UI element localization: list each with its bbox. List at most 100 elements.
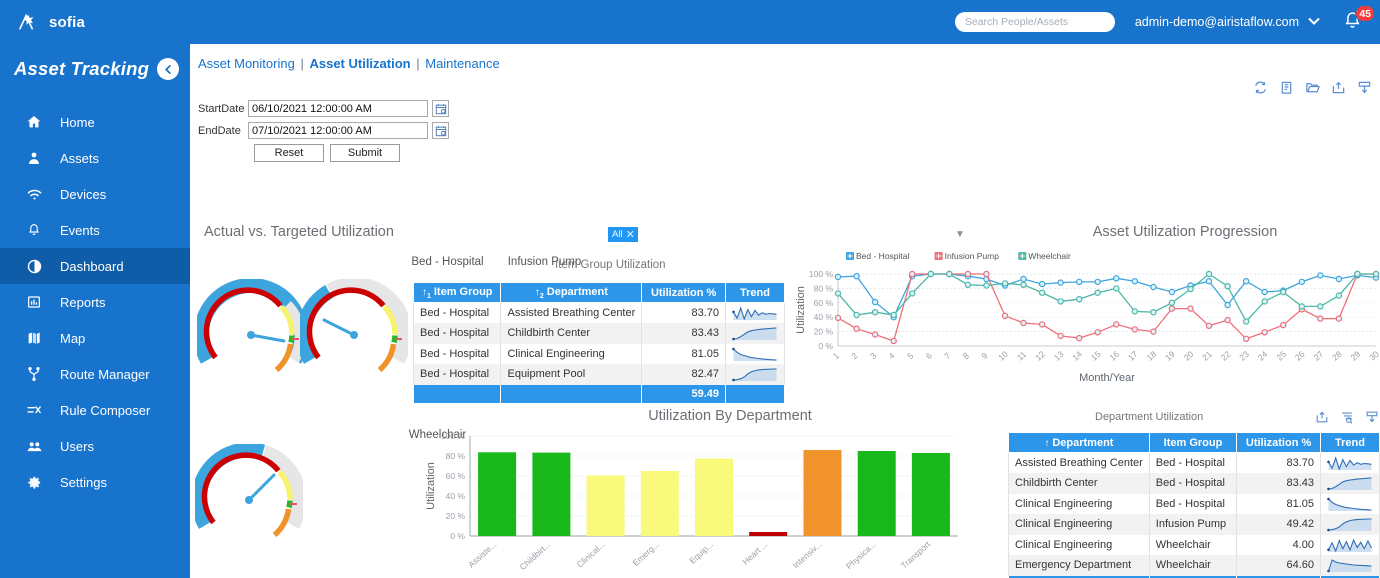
filter-buttons: Reset Submit	[198, 144, 468, 162]
filter-chip-label: All	[612, 229, 623, 240]
cell-item-group: Bed - Hospital	[1148, 452, 1238, 473]
breadcrumb-maintenance[interactable]: Maintenance	[425, 56, 499, 71]
total-utilization: 59.49	[641, 384, 726, 403]
svg-text:8: 8	[961, 350, 971, 361]
download-icon[interactable]	[1365, 410, 1380, 425]
svg-text:11: 11	[1015, 349, 1028, 363]
table-row[interactable]: Assisted Breathing Center Bed - Hospital 8…	[1008, 452, 1380, 473]
sidebar-item-users[interactable]: Users	[0, 428, 190, 464]
rule-icon	[26, 401, 46, 419]
table-row[interactable]: Bed - Hospital Equipment Pool 82.47	[412, 364, 786, 385]
col-item-group[interactable]: Item Group	[1148, 432, 1238, 453]
end-date-calendar-icon[interactable]	[432, 122, 449, 139]
gauge-infusion-pump	[300, 279, 408, 373]
svg-text:14: 14	[1070, 349, 1084, 363]
start-date-row: StartDate	[198, 100, 468, 117]
breadcrumb-asset-monitoring[interactable]: Asset Monitoring	[198, 56, 295, 71]
svg-text:30: 30	[1367, 349, 1380, 363]
svg-text:60 %: 60 %	[814, 298, 834, 308]
submit-button[interactable]: Submit	[330, 144, 400, 162]
col-department[interactable]: ↑2 Department	[500, 282, 643, 303]
notification-bell[interactable]: 45	[1342, 5, 1375, 34]
sidebar-item-events[interactable]: Events	[0, 212, 190, 248]
start-date-input[interactable]	[248, 100, 428, 117]
download-icon[interactable]	[1357, 80, 1372, 95]
sidebar-item-assets[interactable]: Assets	[0, 140, 190, 176]
sidebar-collapse-button[interactable]	[157, 58, 180, 80]
chevron-down-icon[interactable]: ▼	[955, 229, 965, 240]
cell-utilization: 81.05	[1236, 493, 1321, 514]
item-group-utilization-table: ↑1 Item Group ↑2 Department Utilization % …	[412, 282, 786, 403]
sidebar-item-home[interactable]: Home	[0, 104, 190, 140]
table-row[interactable]: Childbirth Center Bed - Hospital 83.43	[1008, 473, 1380, 494]
cell-item-group: Infusion Pump	[1148, 514, 1238, 535]
person-icon	[26, 149, 46, 167]
refresh-icon[interactable]	[1253, 80, 1268, 95]
user-email-label[interactable]: admin-demo@airistaflow.com	[1135, 15, 1299, 29]
cell-trend	[724, 343, 786, 364]
wifi-icon	[26, 185, 46, 203]
svg-text:25: 25	[1274, 349, 1288, 363]
col-utilization[interactable]: Utilization %	[641, 282, 726, 303]
svg-text:Bed - Hospital: Bed - Hospital	[856, 251, 909, 261]
close-icon[interactable]: ✕	[626, 228, 635, 241]
svg-text:4: 4	[887, 350, 897, 361]
svg-text:9: 9	[979, 350, 989, 361]
svg-text:Assiste...: Assiste...	[466, 539, 498, 570]
table-row[interactable]: Clinical Engineering Wheelchair 4.00	[1008, 534, 1380, 555]
search-input[interactable]	[954, 12, 1115, 32]
col-item-group[interactable]: ↑1 Item Group	[412, 282, 502, 303]
table-row[interactable]: Bed - Hospital Clinical Engineering 81.05	[412, 343, 786, 364]
gear-icon	[26, 473, 46, 491]
sidebar-item-label: Settings	[60, 474, 107, 490]
svg-text:Transport: Transport	[899, 539, 933, 571]
breadcrumb-asset-utilization[interactable]: Asset Utilization	[309, 56, 410, 71]
chevron-down-icon[interactable]	[1308, 17, 1320, 28]
filter-icon[interactable]	[1340, 410, 1355, 425]
table-row[interactable]: Emergency Department Wheelchair 64.60	[1008, 555, 1380, 576]
sidebar-item-map[interactable]: Map	[0, 320, 190, 356]
cell-trend	[724, 302, 786, 323]
filter-chip-all[interactable]: All ✕	[608, 227, 638, 242]
table-row[interactable]: Bed - Hospital Childbirth Center 83.43	[412, 323, 786, 344]
cell-department: Emergency Department	[1008, 555, 1150, 576]
col-trend[interactable]: Trend	[724, 282, 786, 303]
svg-text:Childbirt...: Childbirt...	[518, 539, 553, 572]
col-utilization[interactable]: Utilization %	[1236, 432, 1321, 453]
cell-utilization: 49.42	[1236, 514, 1321, 535]
export-icon[interactable]	[1331, 80, 1346, 95]
sort-asc-icon: ↑	[1044, 437, 1050, 449]
clipboard-icon[interactable]	[1279, 80, 1294, 95]
department-table-title: Department Utilization	[1095, 411, 1204, 423]
table-row[interactable]: Clinical Engineering Bed - Hospital 81.05	[1008, 493, 1380, 514]
sidebar-item-route-manager[interactable]: Route Manager	[0, 356, 190, 392]
end-date-input[interactable]	[248, 122, 428, 139]
department-chart-title: Utilization By Department	[648, 408, 812, 424]
cell-item-group: Bed - Hospital	[412, 343, 502, 364]
col-trend[interactable]: Trend	[1319, 432, 1380, 453]
svg-text:19: 19	[1163, 349, 1177, 363]
export-icon[interactable]	[1315, 410, 1330, 425]
sidebar-item-rule-composer[interactable]: Rule Composer	[0, 392, 190, 428]
sidebar-item-settings[interactable]: Settings	[0, 464, 190, 500]
svg-text:Emerg...: Emerg...	[631, 539, 662, 568]
cell-utilization: 83.70	[641, 302, 726, 323]
open-folder-icon[interactable]	[1305, 80, 1320, 95]
asset-utilization-progression-chart: 0 %20 %40 %60 %80 %100 %1 2 3 4 5 6 7 8 9 10 11 12 1…	[795, 251, 1380, 384]
sidebar-item-devices[interactable]: Devices	[0, 176, 190, 212]
sidebar-item-reports[interactable]: Reports	[0, 284, 190, 320]
breadcrumb-separator: |	[416, 56, 420, 71]
reset-button[interactable]: Reset	[254, 144, 324, 162]
table-row[interactable]: Bed - Hospital Assisted Breathing Center 8…	[412, 302, 786, 323]
page-toolbar	[1253, 80, 1372, 95]
col-department[interactable]: ↑ Department	[1008, 432, 1150, 453]
table-row[interactable]: Clinical Engineering Infusion Pump 49.42	[1008, 514, 1380, 535]
svg-text:16: 16	[1107, 349, 1121, 363]
cell-trend	[724, 323, 786, 344]
sidebar-item-dashboard[interactable]: Dashboard	[0, 248, 190, 284]
table-header-row: ↑ Department Item Group Utilization % Tre…	[1008, 432, 1380, 453]
gauge-bed-hospital	[197, 279, 305, 373]
table-header-row: ↑1 Item Group ↑2 Department Utilization % …	[412, 282, 786, 303]
sort-asc-icon: ↑1	[421, 286, 431, 300]
start-date-calendar-icon[interactable]	[432, 100, 449, 117]
